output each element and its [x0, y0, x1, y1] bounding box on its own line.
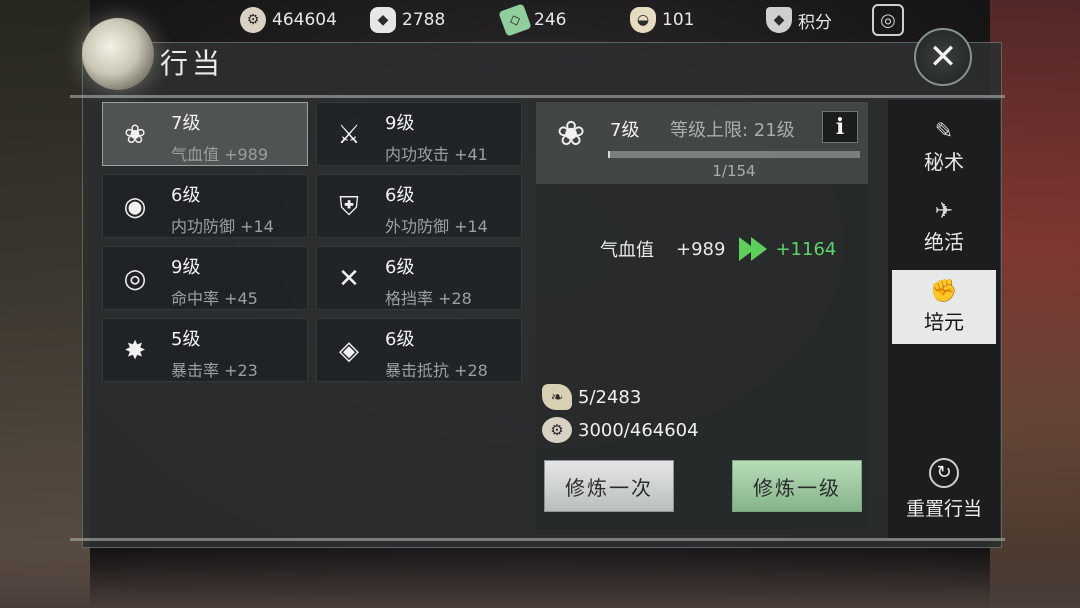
reset-label: 重置行当	[905, 497, 982, 520]
resource-points[interactable]: ◆ 积分	[766, 6, 832, 34]
resource-jade[interactable]: ◇ 246	[498, 3, 567, 37]
stat-card-inner-defense[interactable]: ◉ 6级 内功防御 +14	[102, 174, 308, 238]
gain-next-value: +1164	[775, 238, 837, 260]
stat-desc: 内功攻击 +41	[385, 145, 488, 164]
resource-bowl[interactable]: ◒ 101	[630, 6, 694, 34]
reset-icon: ↻	[929, 457, 959, 488]
stat-desc: 外功防御 +14	[385, 217, 488, 236]
tab-label: 秘术	[924, 150, 964, 174]
leaf-material-icon: ❧	[542, 384, 572, 410]
stat-desc: 格挡率 +28	[385, 289, 472, 308]
stat-card-crit-resist[interactable]: ◈ 6级 暴击抵抗 +28	[316, 318, 522, 382]
seal-menu-icon[interactable]: ◎	[872, 4, 904, 36]
sword-emblem-icon: ⚔	[337, 120, 361, 150]
tab-label: 绝活	[924, 230, 964, 254]
outer-shield-icon: ⛨	[339, 191, 359, 222]
train-once-button[interactable]: 修炼一次	[544, 460, 674, 512]
train-level-button[interactable]: 修炼一级	[732, 460, 862, 512]
tab-label: 培元	[924, 310, 964, 334]
stat-level: 6级	[385, 185, 415, 206]
panel-top-divider	[70, 95, 1005, 98]
strength-arm-icon: ✊	[930, 279, 958, 304]
stat-gain-row: 气血值 +989 +1164	[600, 236, 836, 262]
stat-level: 6级	[171, 185, 201, 206]
resource-gear-coin[interactable]: ⚙ 464604	[240, 6, 337, 34]
stat-card-block[interactable]: ✕ 6级 格挡率 +28	[316, 246, 522, 310]
shield-badge-icon: ◆	[766, 7, 792, 33]
stat-level: 9级	[385, 113, 415, 134]
rice-bowl-icon: ◒	[630, 7, 656, 33]
cost-material: ❧ 5/2483	[542, 384, 641, 410]
inner-shield-icon: ◉	[123, 192, 147, 222]
info-button[interactable]: i	[822, 111, 858, 143]
resource-silver[interactable]: ◆ 2788	[370, 6, 445, 34]
resource-value: 246	[534, 10, 567, 30]
lotus-heart-icon: ❀	[124, 120, 146, 150]
stat-level: 7级	[171, 113, 201, 134]
exp-progress-bar	[608, 151, 860, 158]
cost-coin: ⚙ 3000/464604	[542, 417, 699, 443]
lotus-heart-icon: ❀	[556, 114, 586, 154]
stat-card-hp[interactable]: ❀ 7级 气血值 +989	[102, 102, 308, 166]
stat-desc: 暴击抵抗 +28	[385, 361, 488, 380]
stat-desc: 暴击率 +23	[171, 361, 258, 380]
reset-profession-button[interactable]: ↻ 重置行当	[892, 456, 996, 522]
upgrade-arrow-icon	[739, 237, 773, 261]
stat-level: 5级	[171, 329, 201, 350]
target-icon: ◎	[123, 264, 147, 294]
level-cap: 等级上限: 21级	[670, 120, 795, 141]
crossed-swords-icon: ✕	[338, 264, 360, 294]
tab-specialty[interactable]: ✈ 绝活	[892, 190, 996, 264]
resource-value: 101	[662, 10, 695, 30]
stat-desc: 内功防御 +14	[171, 217, 274, 236]
detail-level: 7级	[610, 120, 640, 141]
stat-card-crit[interactable]: ✸ 5级 暴击率 +23	[102, 318, 308, 382]
cost-text: 3000/464604	[578, 419, 699, 441]
cost-text: 5/2483	[578, 386, 642, 408]
stat-card-outer-defense[interactable]: ⛨ 6级 外功防御 +14	[316, 174, 522, 238]
gear-coin-icon: ⚙	[240, 7, 266, 33]
exp-progress-text: 1/154	[712, 162, 756, 180]
stat-level: 6级	[385, 257, 415, 278]
page-title: 行当	[160, 47, 225, 80]
scenery-left	[0, 0, 90, 608]
scenery-right	[990, 0, 1080, 608]
stat-card-accuracy[interactable]: ◎ 9级 命中率 +45	[102, 246, 308, 310]
gear-coin-icon: ⚙	[542, 417, 572, 443]
jade-icon: ◇	[498, 3, 532, 37]
exp-progress-fill	[608, 151, 610, 158]
stat-desc: 气血值 +989	[171, 145, 269, 164]
stat-desc: 命中率 +45	[171, 289, 258, 308]
tab-cultivate[interactable]: ✊ 培元	[892, 270, 996, 344]
silver-ingot-icon: ◆	[370, 7, 396, 33]
moon-emblem-icon	[82, 18, 154, 90]
stat-level: 6级	[385, 329, 415, 350]
crossbow-icon: ✈	[934, 199, 954, 224]
resource-value: 2788	[402, 10, 446, 30]
side-tab-bar: ✎ 秘术 ✈ 绝活 ✊ 培元 ↻ 重置行当	[888, 100, 1000, 538]
gain-stat-name: 气血值	[600, 240, 654, 261]
scenery-bottom	[0, 548, 1080, 608]
close-button[interactable]: ✕	[914, 28, 972, 86]
stat-level: 9级	[171, 257, 201, 278]
gain-current-value: +989	[676, 238, 726, 260]
stat-card-inner-attack[interactable]: ⚔ 9级 内功攻击 +41	[316, 102, 522, 166]
resource-value: 积分	[798, 12, 832, 33]
burst-icon: ✸	[124, 336, 146, 366]
resource-value: 464604	[272, 10, 337, 30]
shield-strike-icon: ◈	[339, 336, 359, 366]
resource-bar: ⚙ 464604 ◆ 2788 ◇ 246 ◒ 101 ◆ 积分 ◎	[0, 0, 1080, 40]
scroll-icon: ✎	[934, 119, 954, 144]
panel-bottom-divider	[70, 538, 1005, 541]
detail-body: 气血值 +989 +1164 ❧ 5/2483 ⚙ 3000/464604 修炼…	[536, 184, 868, 534]
tab-secret-arts[interactable]: ✎ 秘术	[892, 110, 996, 184]
detail-header: ❀ 7级 等级上限: 21级 i 1/154	[536, 102, 868, 184]
